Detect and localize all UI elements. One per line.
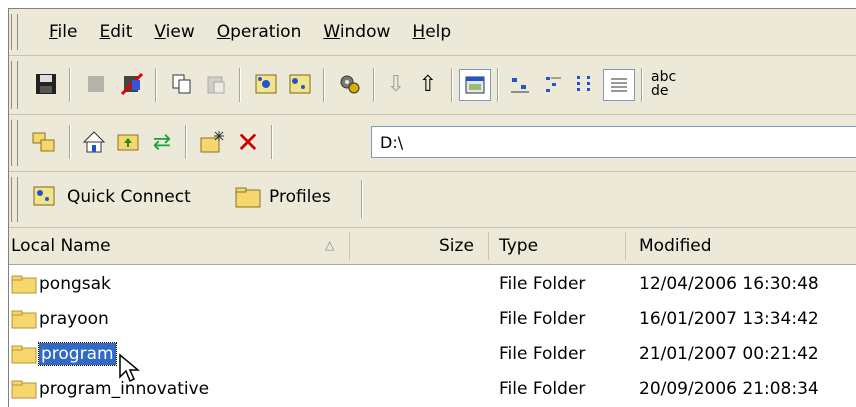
refresh-remote-icon[interactable] <box>285 69 315 99</box>
settings-gear-icon[interactable] <box>335 69 365 99</box>
quick-bar-grip[interactable] <box>11 177 18 222</box>
refresh-local-icon[interactable] <box>251 69 281 99</box>
quick-connect-icon <box>33 186 55 206</box>
folder-icon <box>235 187 261 208</box>
row-type: File Folder <box>499 274 586 294</box>
file-list-header: Local Name △ Size Type Modified <box>9 228 856 265</box>
quick-connect-bar: Quick Connect Profiles <box>9 172 856 228</box>
home-icon[interactable] <box>79 127 109 157</box>
small-icons-view-icon[interactable] <box>539 69 569 99</box>
menu-operation[interactable]: Operation <box>217 22 302 42</box>
column-local-name[interactable]: Local Name <box>11 228 111 264</box>
folder-icon <box>11 310 37 329</box>
row-name: program <box>38 342 117 366</box>
profiles-button[interactable]: Profiles <box>235 186 331 208</box>
column-size[interactable]: Size <box>439 228 474 264</box>
column-type[interactable]: Type <box>499 228 538 264</box>
stop-connection-icon[interactable] <box>117 69 147 99</box>
copy-icon[interactable] <box>167 69 197 99</box>
folder-tree-icon[interactable] <box>29 127 59 157</box>
download-arrow-icon[interactable]: ⇩ <box>381 69 411 99</box>
row-name: prayoon <box>39 309 109 329</box>
quick-connect-button[interactable]: Quick Connect <box>33 186 191 208</box>
refresh-icon[interactable]: ⇄ <box>147 127 177 157</box>
new-folder-icon[interactable] <box>197 127 227 157</box>
column-modified[interactable]: Modified <box>639 228 712 264</box>
window-view-icon[interactable] <box>459 69 491 101</box>
details-view-icon[interactable] <box>603 69 635 101</box>
row-modified: 12/04/2006 16:30:48 <box>639 274 819 294</box>
upload-arrow-icon[interactable]: ⇧ <box>413 69 443 99</box>
menu-edit[interactable]: Edit <box>99 22 132 42</box>
menu-view[interactable]: View <box>154 22 194 42</box>
menu-file[interactable]: File <box>49 22 77 42</box>
quick-connect-label: Quick Connect <box>67 187 191 207</box>
paste-icon[interactable] <box>201 69 231 99</box>
menu-bar-grip[interactable] <box>11 14 18 50</box>
menu-window[interactable]: Window <box>323 22 390 42</box>
folder-icon <box>11 345 37 364</box>
table-row[interactable]: pongsak File Folder 12/04/2006 16:30:48 <box>9 267 856 301</box>
parent-folder-icon[interactable] <box>113 127 143 157</box>
profiles-label: Profiles <box>269 187 331 207</box>
nav-toolbar-grip[interactable] <box>11 120 18 166</box>
row-modified: 21/01/2007 00:21:42 <box>639 344 819 364</box>
row-modified: 16/01/2007 13:34:42 <box>639 309 819 329</box>
row-modified: 20/09/2006 21:08:34 <box>639 379 819 399</box>
delete-icon[interactable]: ✕ <box>233 126 263 159</box>
table-row[interactable]: prayoon File Folder 16/01/2007 13:34:42 <box>9 302 856 336</box>
toolbar-grip[interactable] <box>11 61 18 109</box>
address-field[interactable]: D:\ <box>371 126 856 158</box>
folder-icon <box>11 380 37 399</box>
row-type: File Folder <box>499 309 586 329</box>
row-type: File Folder <box>499 344 586 364</box>
view-text-button[interactable]: abc de <box>651 70 676 98</box>
list-view-icon[interactable] <box>571 69 601 99</box>
disconnect-icon[interactable] <box>81 69 111 99</box>
row-type: File Folder <box>499 379 586 399</box>
save-icon[interactable] <box>31 69 61 99</box>
large-icons-view-icon[interactable] <box>505 69 535 99</box>
file-list: pongsak File Folder 12/04/2006 16:30:48 … <box>9 265 856 407</box>
sort-indicator-icon: △ <box>325 238 335 252</box>
menu-help[interactable]: Help <box>412 22 451 42</box>
row-name: pongsak <box>39 274 111 294</box>
mouse-pointer-icon <box>119 353 140 383</box>
folder-icon <box>11 275 37 294</box>
menu-bar: File Edit View Operation Window Help <box>9 9 856 56</box>
ftp-client-window: File Edit View Operation Window Help ⇩ ⇧… <box>8 8 856 407</box>
main-toolbar: ⇩ ⇧ abc de <box>9 56 856 115</box>
